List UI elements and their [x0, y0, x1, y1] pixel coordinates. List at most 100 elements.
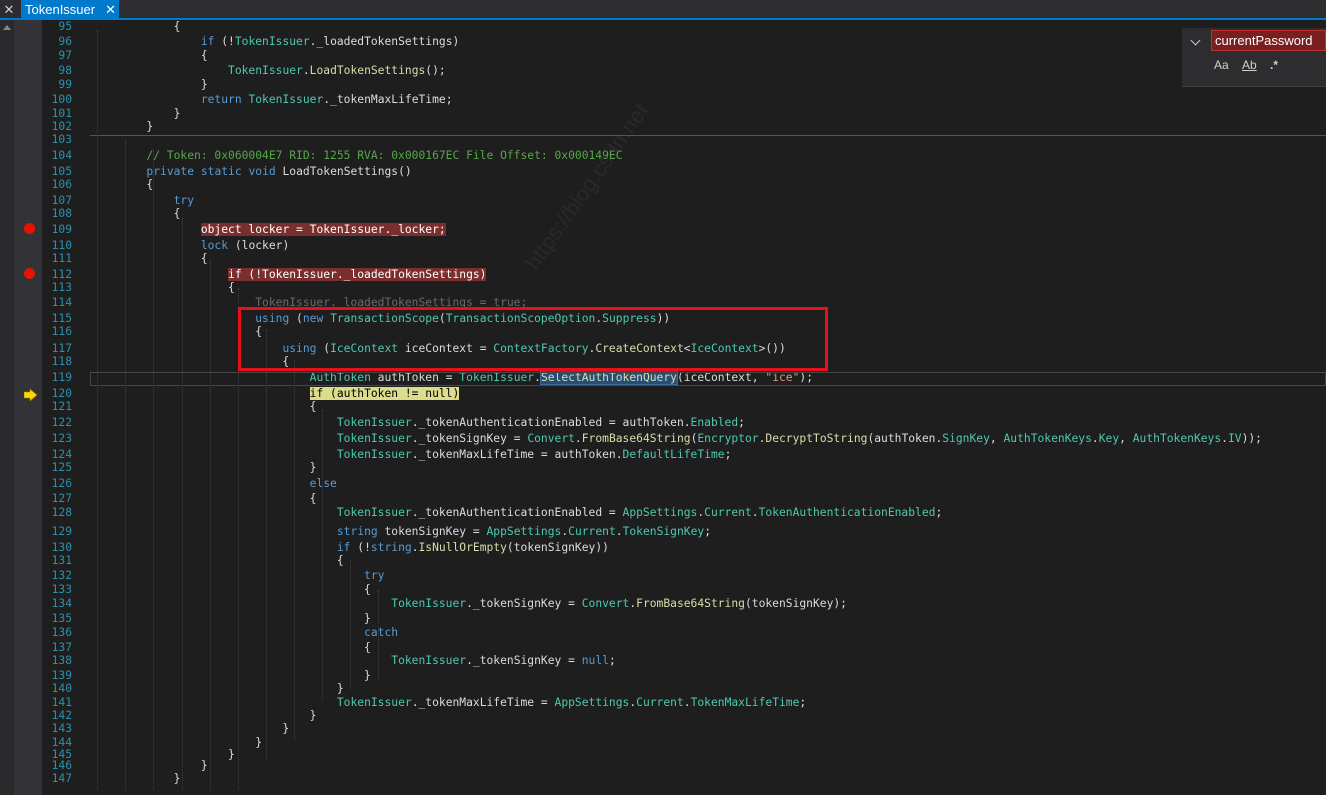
code-text: } — [92, 722, 290, 735]
code-text: else — [309, 477, 337, 490]
line-number: 112 — [51, 268, 72, 281]
code-line[interactable]: 125 } — [42, 461, 1326, 475]
code-line[interactable]: 136 catch — [42, 626, 1326, 640]
tab-close-icon[interactable]: ✕ — [105, 0, 116, 20]
breakpoint-glyph-margin[interactable] — [14, 20, 42, 795]
code-line[interactable]: 95 { — [42, 20, 1326, 34]
find-panel: currentPassword Aa Ab .* — [1182, 28, 1326, 87]
line-number: 135 — [51, 612, 72, 625]
regex-icon[interactable]: .* — [1270, 58, 1278, 72]
code-line[interactable]: 100 return TokenIssuer._tokenMaxLifeTime… — [42, 93, 1326, 107]
code-text: TokenIssuer.LoadTokenSettings(); — [228, 64, 446, 77]
breakpoint-icon[interactable] — [24, 268, 35, 279]
code-line[interactable]: 138 TokenIssuer._tokenSignKey = null; — [42, 654, 1326, 668]
code-line[interactable]: 105 private static void LoadTokenSetting… — [42, 165, 1326, 179]
code-line[interactable]: 108 { — [42, 207, 1326, 221]
code-text: if (!string.IsNullOrEmpty(tokenSignKey)) — [336, 541, 609, 554]
line-number: 99 — [58, 78, 72, 91]
code-line[interactable]: 143 } — [42, 722, 1326, 736]
whole-word-icon[interactable]: Ab — [1242, 58, 1257, 72]
code-text: TokenIssuer._tokenAuthenticationEnabled … — [336, 416, 745, 429]
code-line[interactable]: 99 } — [42, 78, 1326, 92]
code-line[interactable]: 123 TokenIssuer._tokenSignKey = Convert.… — [42, 432, 1326, 446]
code-line[interactable]: 134 TokenIssuer._tokenSignKey = Convert.… — [42, 597, 1326, 611]
code-text: } — [92, 78, 208, 91]
match-case-icon[interactable]: Aa — [1214, 58, 1229, 72]
code-line[interactable]: 110 lock (locker) — [42, 239, 1326, 253]
line-number: 100 — [51, 93, 72, 106]
code-line[interactable]: 109 object locker = TokenIssuer._locker; — [42, 223, 1326, 237]
close-icon[interactable]: ✕ — [0, 0, 18, 20]
code-line[interactable]: 139 } — [42, 669, 1326, 683]
scroll-up-arrow-icon[interactable] — [3, 25, 11, 30]
code-line[interactable]: 97 { — [42, 49, 1326, 63]
code-line[interactable]: 120 if (authToken != null) — [42, 387, 1326, 401]
code-text: { — [92, 583, 371, 596]
document-tab-bar: ✕ TokenIssuer ✕ — [0, 0, 1326, 20]
line-number: 134 — [51, 597, 72, 610]
code-line[interactable]: 142 } — [42, 709, 1326, 723]
code-line[interactable]: 98 TokenIssuer.LoadTokenSettings(); — [42, 64, 1326, 78]
code-line[interactable]: 127 { — [42, 492, 1326, 506]
line-number: 98 — [58, 64, 72, 77]
code-line[interactable]: 124 TokenIssuer._tokenMaxLifeTime = auth… — [42, 448, 1326, 462]
code-line[interactable]: 132 try — [42, 569, 1326, 583]
line-number: 123 — [51, 432, 72, 445]
line-number: 128 — [51, 506, 72, 519]
code-line[interactable]: 129 string tokenSignKey = AppSettings.Cu… — [42, 525, 1326, 539]
code-text: { — [92, 178, 154, 191]
code-line[interactable]: 135 } — [42, 612, 1326, 626]
line-number: 111 — [51, 252, 72, 265]
code-line[interactable]: 96 if (!TokenIssuer._loadedTokenSettings… — [42, 35, 1326, 49]
indent-guide — [378, 590, 379, 680]
code-line[interactable]: 130 if (!string.IsNullOrEmpty(tokenSignK… — [42, 541, 1326, 555]
code-editor[interactable]: 95 {96 if (!TokenIssuer._loadedTokenSett… — [42, 20, 1326, 795]
code-line[interactable]: 141 TokenIssuer._tokenMaxLifeTime = AppS… — [42, 696, 1326, 710]
code-line[interactable]: 111 { — [42, 252, 1326, 266]
code-line[interactable]: 121 { — [42, 400, 1326, 414]
breakpoint-icon[interactable] — [24, 223, 35, 234]
indent-guide — [125, 140, 126, 790]
line-number: 117 — [51, 342, 72, 355]
code-line[interactable]: 106 { — [42, 178, 1326, 192]
code-text: { — [92, 207, 181, 220]
line-number: 120 — [51, 387, 72, 400]
code-line[interactable]: 107 try — [42, 194, 1326, 208]
code-line[interactable]: 113 { — [42, 281, 1326, 295]
line-number: 108 — [51, 207, 72, 220]
code-line[interactable]: 122 TokenIssuer._tokenAuthenticationEnab… — [42, 416, 1326, 430]
code-line[interactable]: 147 } — [42, 772, 1326, 786]
code-line[interactable]: 128 TokenIssuer._tokenAuthenticationEnab… — [42, 506, 1326, 520]
code-line[interactable]: 126 else — [42, 477, 1326, 491]
line-number: 115 — [51, 312, 72, 325]
code-line[interactable]: 140 } — [42, 682, 1326, 696]
line-number: 105 — [51, 165, 72, 178]
code-text: } — [92, 682, 344, 695]
tab-tokenissuer[interactable]: TokenIssuer ✕ — [21, 0, 119, 20]
code-line[interactable]: 137 { — [42, 641, 1326, 655]
code-line[interactable]: 133 { — [42, 583, 1326, 597]
left-scroll-strip[interactable] — [0, 20, 14, 795]
line-number: 95 — [58, 20, 72, 33]
line-number: 113 — [51, 281, 72, 294]
code-line[interactable]: 101 } — [42, 107, 1326, 121]
code-line[interactable]: 104 // Token: 0x060004E7 RID: 1255 RVA: … — [42, 149, 1326, 163]
line-number: 114 — [51, 296, 72, 309]
line-number: 138 — [51, 654, 72, 667]
expand-replace-chevron-icon[interactable] — [1190, 35, 1201, 46]
code-text: } — [92, 107, 181, 120]
line-number: 129 — [51, 525, 72, 538]
find-input[interactable]: currentPassword — [1211, 30, 1326, 51]
code-text: if (!TokenIssuer._loadedTokenSettings) — [228, 268, 487, 281]
line-number: 127 — [51, 492, 72, 505]
code-line[interactable]: 146 } — [42, 759, 1326, 773]
line-number: 109 — [51, 223, 72, 236]
indent-guide — [350, 560, 351, 690]
line-number: 133 — [51, 583, 72, 596]
code-text: { — [92, 554, 344, 567]
code-line[interactable]: 112 if (!TokenIssuer._loadedTokenSetting… — [42, 268, 1326, 282]
line-number: 97 — [58, 49, 72, 62]
code-line[interactable]: 131 { — [42, 554, 1326, 568]
code-text: // Token: 0x060004E7 RID: 1255 RVA: 0x00… — [92, 149, 623, 162]
code-line[interactable]: 102 } — [42, 120, 1326, 134]
